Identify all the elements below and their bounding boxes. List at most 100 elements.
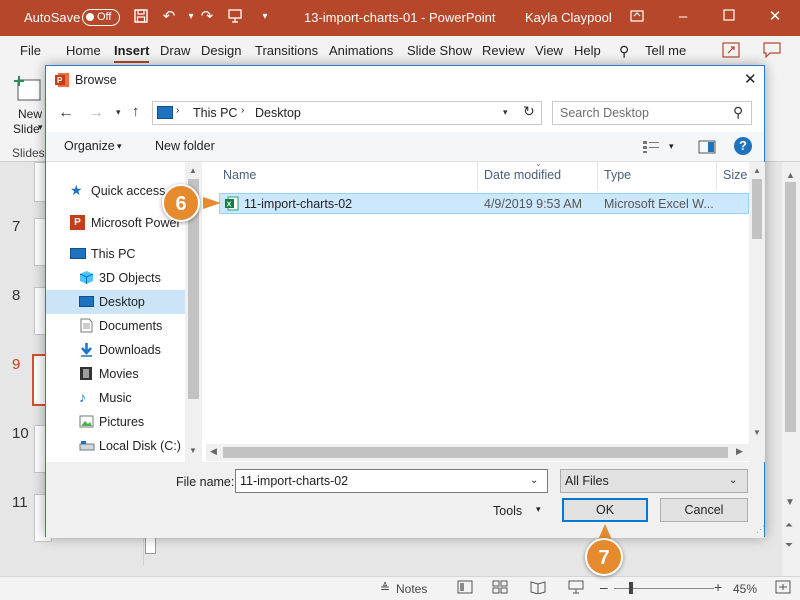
- tell-me-search[interactable]: Tell me: [645, 43, 686, 58]
- scroll-left-icon[interactable]: ◀: [210, 446, 217, 457]
- normal-view-icon[interactable]: [457, 580, 473, 597]
- cancel-button[interactable]: Cancel: [660, 498, 748, 522]
- zoom-in-icon[interactable]: +: [714, 579, 722, 595]
- scroll-thumb[interactable]: [223, 447, 728, 458]
- scroll-right-icon[interactable]: ▶: [736, 446, 743, 457]
- tools-button[interactable]: Tools: [493, 504, 522, 518]
- minimize-icon[interactable]: –: [674, 8, 692, 26]
- scroll-down-icon[interactable]: ▼: [189, 446, 197, 455]
- column-divider[interactable]: [597, 162, 598, 190]
- new-slide-icon[interactable]: [12, 74, 42, 104]
- tab-file[interactable]: File: [20, 43, 41, 58]
- redo-icon[interactable]: ↷: [198, 8, 216, 26]
- tab-view[interactable]: View: [535, 43, 563, 58]
- file-type-select[interactable]: All Files ⌄: [560, 469, 748, 493]
- help-icon[interactable]: ?: [734, 137, 752, 155]
- tab-animations[interactable]: Animations: [329, 43, 393, 58]
- nav-item-local-disk[interactable]: Local Disk (C:): [46, 434, 186, 458]
- column-divider[interactable]: [716, 162, 717, 190]
- tab-draw[interactable]: Draw: [160, 43, 190, 58]
- up-icon[interactable]: ↑: [132, 103, 140, 120]
- file-name-input[interactable]: 11-import-charts-02 ⌄: [235, 469, 548, 493]
- comments-icon[interactable]: [763, 42, 781, 61]
- refresh-icon[interactable]: ↻: [523, 103, 535, 120]
- organize-dropdown-icon[interactable]: ▾: [117, 141, 122, 152]
- nav-item-movies[interactable]: Movies: [46, 362, 186, 386]
- chevron-right-icon[interactable]: ›: [176, 105, 179, 116]
- scroll-thumb[interactable]: [785, 182, 796, 432]
- address-segment-desktop[interactable]: Desktop: [255, 106, 301, 120]
- notes-icon[interactable]: ≜: [380, 581, 390, 595]
- back-icon[interactable]: ←: [58, 104, 74, 122]
- search-box[interactable]: Search Desktop ⚲: [552, 101, 752, 125]
- tab-review[interactable]: Review: [482, 43, 525, 58]
- ribbon-display-icon[interactable]: [628, 8, 646, 26]
- column-header-size[interactable]: Size: [723, 168, 747, 182]
- presenter-icon[interactable]: [226, 8, 244, 26]
- scroll-up-icon[interactable]: ▲: [786, 170, 795, 180]
- lightbulb-search-icon[interactable]: ⚲: [619, 43, 629, 60]
- maximize-icon[interactable]: [720, 8, 738, 26]
- slide-show-icon[interactable]: [568, 580, 584, 597]
- scroll-down-icon[interactable]: ▼: [753, 428, 761, 437]
- tab-transitions[interactable]: Transitions: [255, 43, 318, 58]
- organize-button[interactable]: Organize: [64, 139, 115, 153]
- zoom-out-icon[interactable]: –: [600, 579, 608, 595]
- close-icon[interactable]: ✕: [766, 8, 784, 26]
- user-name[interactable]: Kayla Claypool: [525, 10, 612, 25]
- address-dropdown-icon[interactable]: ▾: [503, 107, 508, 118]
- resize-grip-icon[interactable]: ⋰: [756, 524, 765, 535]
- recent-locations-icon[interactable]: ▾: [116, 107, 121, 118]
- chevron-down-icon[interactable]: ⌄: [729, 470, 737, 492]
- autosave-toggle[interactable]: Off: [82, 9, 120, 26]
- dialog-close-icon[interactable]: ✕: [744, 70, 757, 88]
- tab-design[interactable]: Design: [201, 43, 241, 58]
- new-folder-button[interactable]: New folder: [155, 139, 215, 153]
- scroll-up-icon[interactable]: ▲: [189, 166, 197, 175]
- column-header-date-modified[interactable]: Date modified: [484, 168, 561, 182]
- file-list-scrollbar[interactable]: ▲ ▼: [749, 162, 765, 462]
- address-bar[interactable]: › This PC › Desktop ▾ ↻: [152, 101, 542, 125]
- file-row[interactable]: X 11-import-charts-02 4/9/2019 9:53 AM M…: [219, 193, 749, 214]
- nav-item-desktop[interactable]: Desktop: [46, 290, 186, 314]
- notes-button[interactable]: Notes: [396, 582, 427, 596]
- share-icon[interactable]: [722, 42, 740, 61]
- chevron-right-icon[interactable]: ›: [241, 105, 244, 116]
- file-list-horizontal-scrollbar[interactable]: ◀ ▶: [206, 444, 751, 461]
- reading-view-icon[interactable]: [530, 580, 546, 597]
- tab-home[interactable]: Home: [66, 43, 101, 58]
- fit-to-window-icon[interactable]: [775, 580, 791, 597]
- preview-pane-icon[interactable]: [698, 140, 716, 157]
- prev-slide-icon[interactable]: ⏶: [785, 520, 793, 531]
- tools-dropdown-icon[interactable]: ▾: [536, 504, 541, 515]
- nav-item-downloads[interactable]: Downloads: [46, 338, 186, 362]
- chevron-down-icon[interactable]: ⌄: [530, 470, 538, 492]
- new-slide-label-2[interactable]: Slide: [13, 122, 40, 136]
- view-options-icon[interactable]: [642, 140, 660, 157]
- new-slide-label[interactable]: New: [18, 107, 42, 121]
- save-icon[interactable]: [132, 8, 150, 26]
- search-input[interactable]: Search Desktop: [560, 106, 649, 120]
- slide-sorter-icon[interactable]: [492, 580, 508, 597]
- scroll-thumb[interactable]: [752, 179, 762, 239]
- nav-item-this-pc[interactable]: This PC: [46, 242, 186, 266]
- tab-slide-show[interactable]: Slide Show: [407, 43, 472, 58]
- column-header-type[interactable]: Type: [604, 168, 631, 182]
- nav-item-pictures[interactable]: Pictures: [46, 410, 186, 434]
- nav-item-documents[interactable]: Documents: [46, 314, 186, 338]
- address-segment-this-pc[interactable]: This PC: [193, 106, 237, 120]
- customize-qat-icon[interactable]: ▾: [256, 8, 274, 26]
- editor-scrollbar[interactable]: ▲ ▼ ⏶ ⏷: [782, 162, 800, 576]
- search-icon[interactable]: ⚲: [733, 104, 743, 121]
- view-dropdown-icon[interactable]: ▾: [669, 141, 674, 152]
- zoom-slider-thumb[interactable]: [629, 582, 633, 594]
- forward-icon[interactable]: →: [88, 104, 104, 122]
- scroll-down-icon[interactable]: ▼: [785, 497, 795, 508]
- tab-help[interactable]: Help: [574, 43, 601, 58]
- column-divider[interactable]: [477, 162, 478, 190]
- scroll-up-icon[interactable]: ▲: [753, 166, 761, 175]
- ok-button[interactable]: OK: [562, 498, 648, 522]
- nav-item-3d-objects[interactable]: 3D Objects: [46, 266, 186, 290]
- nav-item-music[interactable]: ♪ Music: [46, 386, 186, 410]
- next-slide-icon[interactable]: ⏷: [785, 540, 793, 551]
